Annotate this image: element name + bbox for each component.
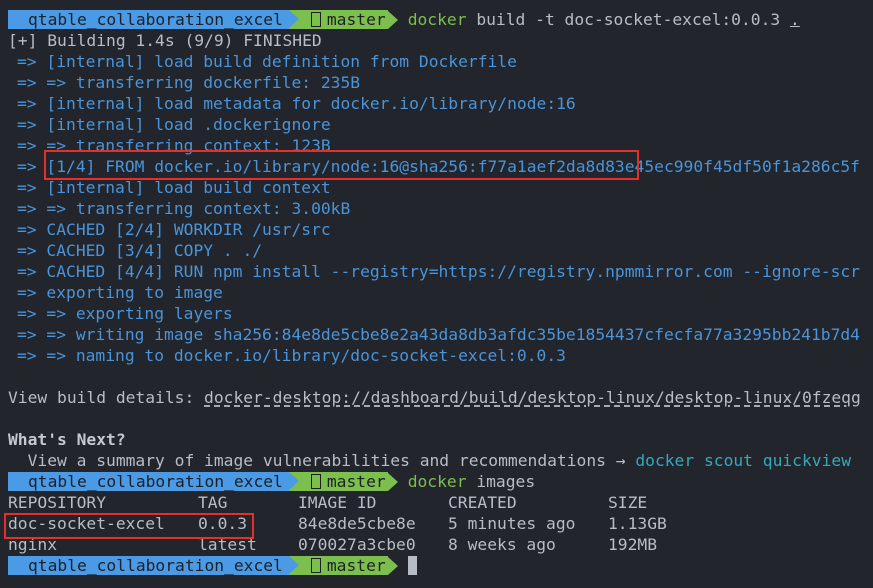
prompt-branch: master	[326, 10, 386, 29]
cell-created: 8 weeks ago	[448, 535, 556, 554]
prompt-arrow-icon	[387, 556, 398, 575]
command-name: docker	[407, 472, 467, 491]
terminal[interactable]: qtable_collaboration_excel master docker…	[0, 0, 873, 576]
highlight-box-from-step	[44, 150, 639, 180]
prompt-git-segment: master	[288, 556, 388, 575]
prompt-git-segment: master	[288, 10, 388, 29]
prompt-arrow-icon	[387, 472, 398, 491]
build-header: [+] Building 1.4s (9/9) FINISHED	[8, 31, 322, 50]
prompt-arrow-icon	[387, 10, 398, 29]
command-args: images	[476, 472, 536, 491]
build-step: => => naming to docker.io/library/doc-so…	[17, 346, 566, 365]
command-trailing-arg: .	[790, 10, 800, 29]
build-details-label: View build details:	[8, 388, 205, 407]
build-step: => => transferring dockerfile: 235B	[17, 73, 361, 92]
highlight-box-image-tag	[4, 513, 254, 539]
command-name: docker	[407, 10, 467, 29]
build-step: => [internal] load build definition from…	[17, 52, 517, 71]
prompt-directory: qtable_collaboration_excel	[0, 472, 289, 491]
build-step: => CACHED [3/4] COPY . ./	[17, 241, 263, 260]
text-cursor[interactable]	[407, 556, 417, 575]
build-details-link[interactable]: docker-desktop://dashboard/build/desktop…	[204, 388, 861, 407]
cell-image-id: 84e8de5cbe8e	[298, 514, 416, 533]
scout-command: docker scout quickview	[635, 451, 851, 470]
prompt-branch: master	[326, 472, 386, 491]
build-step: => exporting to image	[17, 283, 223, 302]
build-step: => => writing image sha256:84e8de5cbe8e2…	[17, 325, 860, 344]
col-size: SIZE	[608, 493, 648, 512]
prompt-git-segment: master	[288, 472, 388, 491]
prompt-branch: master	[326, 556, 386, 575]
git-branch-icon	[310, 474, 321, 489]
build-step: => [internal] load metadata for docker.i…	[17, 94, 576, 113]
cell-image-id: 070027a3cbe0	[298, 535, 416, 554]
col-tag: TAG	[198, 493, 228, 512]
whats-next-line: View a summary of image vulnerabilities …	[0, 450, 873, 471]
prompt-directory: qtable_collaboration_excel	[0, 556, 289, 575]
build-details-line: View build details: docker-desktop://das…	[0, 387, 873, 408]
prompt-directory: qtable_collaboration_excel	[0, 10, 289, 29]
whats-next-text: View a summary of image vulnerabilities …	[8, 451, 636, 470]
col-image-id: IMAGE ID	[298, 493, 377, 512]
build-step: => => transferring context: 3.00kB	[17, 199, 351, 218]
prompt-line: qtable_collaboration_excel master docker…	[0, 9, 873, 30]
git-branch-icon	[310, 12, 321, 27]
col-created: CREATED	[448, 493, 517, 512]
cell-size: 192MB	[608, 535, 658, 554]
images-table-header: REPOSITORY TAG IMAGE ID CREATED SIZE	[0, 492, 873, 513]
git-branch-icon	[310, 558, 321, 573]
col-repository: REPOSITORY	[8, 493, 107, 512]
build-step: => [internal] load build context	[17, 178, 331, 197]
whats-next-title: What's Next?	[8, 430, 126, 449]
build-step: => [internal] load .dockerignore	[17, 115, 331, 134]
prompt-line: qtable_collaboration_excel master docker…	[0, 471, 873, 492]
cell-size: 1.13GB	[608, 514, 667, 533]
build-step: => CACHED [4/4] RUN npm install --regist…	[17, 262, 860, 281]
prompt-line: qtable_collaboration_excel master	[0, 555, 873, 576]
build-step: => CACHED [2/4] WORKDIR /usr/src	[17, 220, 331, 239]
cell-created: 5 minutes ago	[448, 514, 576, 533]
build-step: => => exporting layers	[17, 304, 233, 323]
command-args: build -t doc-socket-excel:0.0.3	[476, 10, 781, 29]
